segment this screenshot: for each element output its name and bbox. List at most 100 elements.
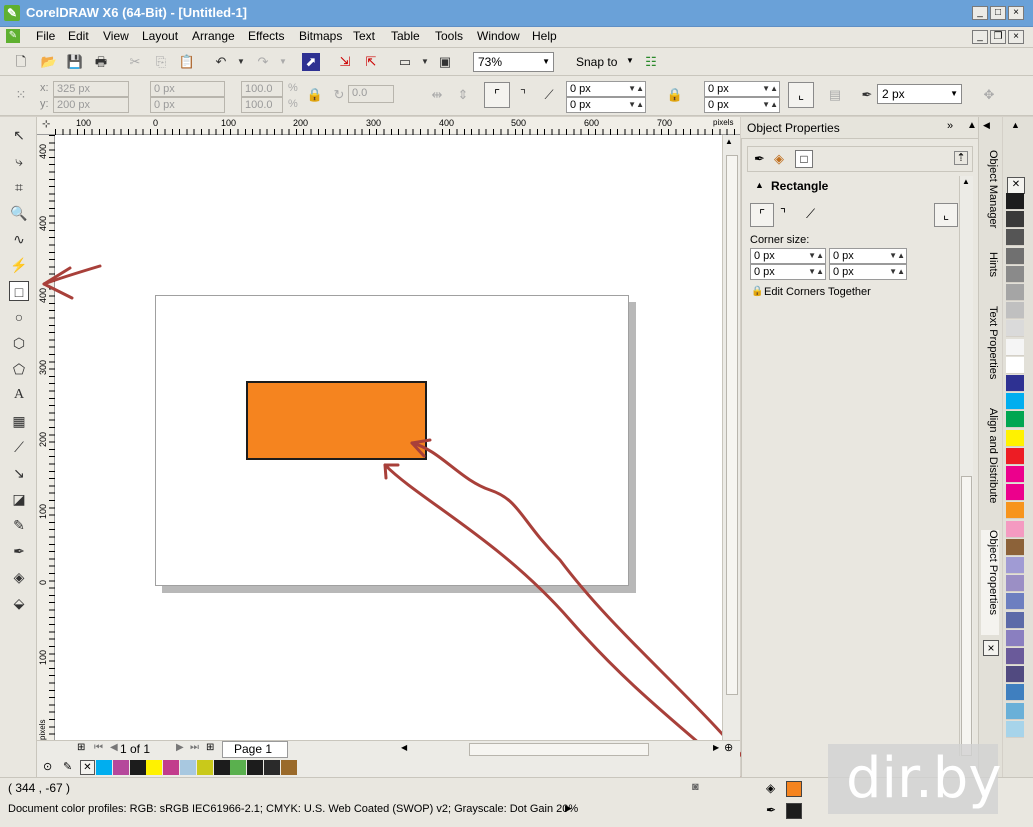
palette-swatch[interactable] [1006, 375, 1024, 392]
corner-size-4-field[interactable]: 0 px ▼▲ [829, 264, 907, 280]
tab-object-properties[interactable]: Object Properties [981, 530, 999, 635]
chamfered-corner-icon[interactable]: ⟋ [806, 206, 815, 222]
add-page-after-icon[interactable]: ⊞ [206, 742, 214, 753]
palette-swatch[interactable] [1006, 466, 1024, 483]
corner-size-2-field[interactable]: 0 px ▼▲ [829, 248, 907, 264]
vertical-scrollbar[interactable]: ▲ [722, 135, 740, 740]
document-palette-swatch[interactable] [247, 760, 264, 775]
lock-icon[interactable]: 🔒 [751, 286, 763, 297]
close-tab-icon[interactable]: × [983, 640, 999, 656]
spin-arrows-icon[interactable]: ▼▲ [808, 265, 824, 279]
section-collapse-icon[interactable]: ▲ [755, 180, 764, 190]
palette-swatch[interactable] [1006, 193, 1024, 210]
document-palette-swatch[interactable] [196, 760, 213, 775]
document-palette-swatch[interactable] [213, 760, 230, 775]
watermark: dir.by [828, 744, 1001, 814]
palette-swatch[interactable] [1006, 575, 1024, 593]
palette-swatch[interactable] [1006, 648, 1024, 665]
corner-size-label: Corner size: [750, 234, 810, 246]
fill-tab-icon[interactable]: ◈ [774, 151, 784, 167]
palette-swatch[interactable] [1006, 702, 1024, 720]
palette-swatch[interactable] [1006, 265, 1024, 283]
outline-color-swatch[interactable] [786, 803, 802, 819]
eyedropper-icon[interactable]: ✎ [63, 760, 72, 773]
docker-content: ▲ Rectangle ⌜ ⌝ ⟋ ⌞ Corner size: 0 px ▼▲ … [747, 176, 973, 766]
palette-swatch[interactable] [1006, 229, 1024, 247]
round-corner-button[interactable]: ⌜ [750, 203, 774, 227]
palette-swatch[interactable] [1006, 538, 1024, 556]
horizontal-scroll-thumb[interactable] [469, 743, 649, 756]
fill-color-swatch[interactable] [786, 781, 802, 797]
vertical-scroll-thumb[interactable] [726, 155, 738, 695]
page-tab[interactable]: Page 1 [222, 741, 288, 758]
palette-swatch[interactable] [1006, 284, 1024, 301]
palette-swatch[interactable] [1006, 429, 1024, 447]
docker-collapse-icon[interactable]: ▲ [967, 120, 977, 131]
palette-swatch[interactable] [1006, 447, 1024, 465]
docker-expand-icon[interactable]: » [947, 120, 953, 132]
document-palette-swatch[interactable] [112, 760, 129, 775]
document-palette-swatch[interactable] [146, 760, 163, 775]
spin-arrows-icon[interactable]: ▼▲ [808, 249, 824, 263]
palette-swatch[interactable] [1006, 211, 1024, 229]
no-fill-swatch[interactable]: ✕ [1007, 177, 1025, 194]
palette-swatch[interactable] [1006, 593, 1024, 611]
document-palette-swatch[interactable] [163, 760, 180, 775]
palette-scroll-up-icon[interactable]: ▲ [1011, 120, 1020, 130]
palette-swatch[interactable] [1006, 502, 1024, 520]
docker-pin-icon[interactable]: ⇡ [954, 151, 968, 165]
document-palette-swatch[interactable] [129, 760, 146, 775]
scroll-left-icon[interactable]: ◀ [401, 743, 407, 752]
next-page-icon[interactable]: ▶ [176, 742, 184, 753]
palette-swatch[interactable] [1006, 302, 1024, 320]
document-palette-swatch[interactable] [96, 760, 112, 775]
docker-scroll-thumb[interactable] [961, 476, 972, 756]
palette-swatch[interactable] [1006, 411, 1024, 429]
first-page-icon[interactable]: ⏮ [94, 742, 103, 753]
palette-swatch[interactable] [1006, 520, 1024, 538]
document-palette-swatch[interactable] [230, 760, 247, 775]
edit-corners-together-label[interactable]: Edit Corners Together [764, 286, 871, 298]
tab-align-and-distribute[interactable]: Align and Distribute [981, 408, 999, 523]
scalloped-corner-icon[interactable]: ⌝ [780, 206, 786, 222]
color-profiles-text[interactable]: Document color profiles: RGB: sRGB IEC61… [8, 803, 578, 815]
document-palette-swatch[interactable] [180, 760, 196, 775]
rectangle-tab-icon[interactable]: □ [795, 150, 813, 168]
outline-tab-icon[interactable]: ✒ [754, 151, 765, 167]
scroll-up-icon[interactable]: ▲ [725, 137, 733, 146]
palette-swatch[interactable] [1006, 320, 1024, 338]
docker-scroll-up-icon[interactable]: ▲ [962, 177, 970, 186]
palette-swatch[interactable] [1006, 247, 1024, 265]
navigator-icon[interactable]: ⊕ [724, 741, 733, 754]
palette-swatch[interactable] [1006, 684, 1024, 702]
add-page-icon[interactable]: ⊞ [77, 742, 85, 753]
document-palette-swatch[interactable] [264, 760, 280, 775]
palette-swatch[interactable] [1006, 393, 1024, 411]
spin-arrows-icon[interactable]: ▼▲ [889, 249, 905, 263]
last-page-icon[interactable]: ⏭ [190, 742, 199, 753]
palette-swatch[interactable] [1006, 356, 1024, 374]
palette-swatch[interactable] [1006, 557, 1024, 574]
prev-page-icon[interactable]: ◀ [110, 742, 118, 753]
corner-size-3-field[interactable]: 0 px ▼▲ [750, 264, 826, 280]
palette-swatch[interactable] [1006, 629, 1024, 647]
tab-text-properties[interactable]: Text Properties [981, 306, 999, 401]
palette-menu-icon[interactable]: ⊙ [43, 760, 52, 773]
scroll-right-icon[interactable]: ▶ [713, 743, 719, 752]
tab-object-manager[interactable]: Object Manager [981, 150, 999, 245]
palette-swatch[interactable] [1006, 666, 1024, 684]
no-color-swatch[interactable]: ✕ [80, 760, 95, 775]
palette-swatch[interactable] [1006, 484, 1024, 502]
corner-size-1-field[interactable]: 0 px ▼▲ [750, 248, 826, 264]
palette-swatch[interactable] [1006, 611, 1024, 629]
tab-hints[interactable]: Hints [981, 252, 999, 297]
relative-scaling-button[interactable]: ⌞ [934, 203, 958, 227]
tabs-scroll-icon[interactable]: ◀ [983, 120, 990, 131]
palette-swatch[interactable] [1006, 338, 1024, 356]
docker-scrollbar[interactable]: ▲ [959, 176, 973, 756]
spin-arrows-icon[interactable]: ▼▲ [889, 265, 905, 279]
palette-swatch[interactable] [1006, 720, 1024, 738]
document-palette-swatch[interactable] [280, 760, 297, 775]
profiles-arrow-icon[interactable]: ▶ [565, 803, 572, 814]
arrow-outline-to-rect [410, 441, 772, 792]
